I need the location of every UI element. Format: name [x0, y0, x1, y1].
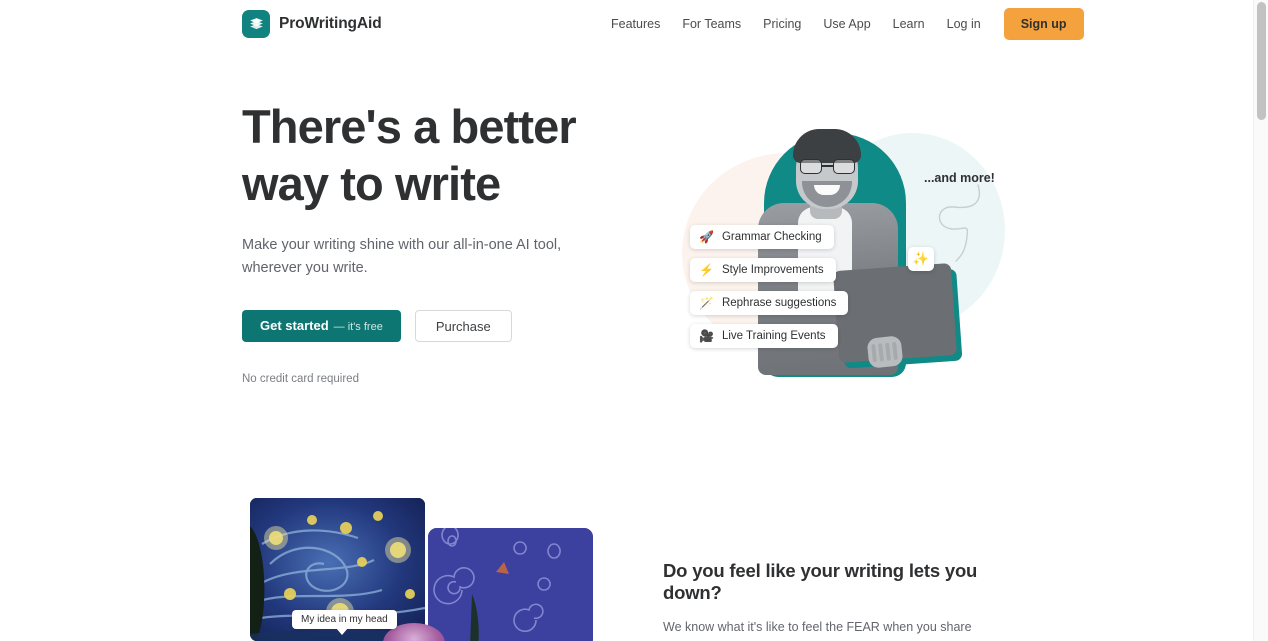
landing-page: ProWritingAid Features For Teams Pricing… [0, 0, 1268, 641]
main-nav: Features For Teams Pricing Use App Learn… [600, 8, 1084, 40]
scrollbar-thumb[interactable] [1257, 2, 1266, 120]
section-body: We know what it's like to feel the FEAR … [663, 620, 972, 634]
nav-link-use-app[interactable]: Use App [812, 11, 881, 37]
glasses-icon [800, 159, 855, 174]
hero-subtitle: Make your writing shine with our all-in-… [242, 237, 562, 276]
feature-badge-label: Rephrase suggestions [721, 297, 837, 309]
glasses-lens-right [833, 159, 855, 174]
hero-title-line-2: way to write [242, 157, 501, 210]
lightning-icon: ⚡ [699, 263, 714, 277]
signup-button[interactable]: Sign up [1003, 8, 1084, 40]
glasses-lens-left [800, 159, 822, 174]
no-credit-card-note: No credit card required [242, 373, 359, 385]
person-hair [793, 129, 861, 163]
finger [892, 341, 898, 361]
book-logo-icon [242, 10, 270, 38]
hero-title: There's a better way to write [242, 98, 642, 212]
page-scrollbar[interactable] [1253, 0, 1268, 641]
hero-cta-row: Get started — it's free Purchase [242, 310, 642, 342]
brand-logo-link[interactable]: ProWritingAid [242, 10, 382, 38]
brand-name: ProWritingAid [279, 15, 382, 32]
nav-link-pricing[interactable]: Pricing [752, 11, 812, 37]
idea-speech-bubble: My idea in my head [292, 610, 397, 635]
purchase-button[interactable]: Purchase [414, 310, 512, 342]
nav-link-features[interactable]: Features [600, 11, 671, 37]
feature-badge-rephrase-suggestions: 🪄 Rephrase suggestions [690, 291, 849, 315]
feature-badge-style-improvements: ⚡ Style Improvements [690, 258, 836, 282]
hero-copy: There's a better way to write Make your … [242, 98, 642, 385]
lets-you-down-section: Do you feel like your writing lets you d… [663, 560, 1023, 641]
video-camera-icon: 🎥 [699, 329, 714, 343]
glasses-bridge [822, 165, 833, 167]
finger [878, 343, 884, 362]
nav-link-for-teams[interactable]: For Teams [671, 11, 752, 37]
rocket-icon: 🚀 [699, 230, 714, 244]
feature-badge-label: Live Training Events [721, 330, 826, 342]
get-started-label: Get started [260, 318, 329, 333]
hero-illustration: 🚀 Grammar Checking ⚡ Style Improvements … [660, 105, 1010, 385]
feature-badge-list: 🚀 Grammar Checking ⚡ Style Improvements … [690, 225, 849, 348]
person-hand [866, 335, 904, 369]
magic-wand-icon: 🪄 [699, 296, 714, 310]
hero-title-line-1: There's a better [242, 100, 577, 153]
site-header: ProWritingAid Features For Teams Pricing… [0, 0, 1253, 48]
doodle-arrow-icon [938, 184, 981, 262]
get-started-suffix: — it's free [333, 321, 383, 333]
feature-badge-grammar-checking: 🚀 Grammar Checking [690, 225, 834, 249]
section-heading: Do you feel like your writing lets you d… [663, 560, 978, 603]
nav-link-learn[interactable]: Learn [882, 11, 936, 37]
feature-badge-live-training-events: 🎥 Live Training Events [690, 324, 838, 348]
get-started-button[interactable]: Get started — it's free [242, 310, 401, 342]
childlike-drawing [428, 528, 593, 641]
finger [885, 342, 891, 361]
comparison-artwork: My idea in my head [250, 498, 595, 641]
feature-badge-label: Grammar Checking [721, 231, 822, 243]
nav-link-log-in[interactable]: Log in [936, 11, 992, 37]
finger [871, 343, 877, 363]
feature-badge-label: Style Improvements [721, 264, 824, 276]
